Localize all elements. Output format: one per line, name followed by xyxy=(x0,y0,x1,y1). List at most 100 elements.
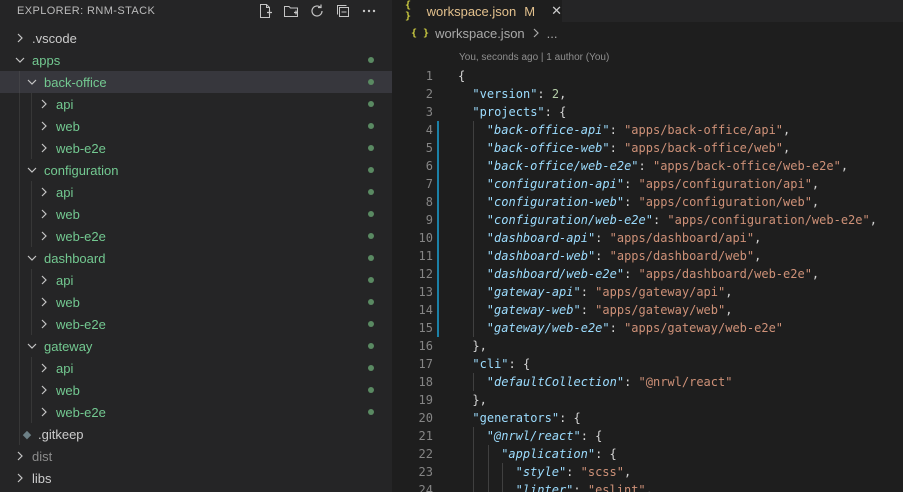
code-line[interactable]: 4 "back-office-api": "apps/back-office/ap… xyxy=(393,121,903,139)
chevron-down-icon[interactable] xyxy=(24,71,40,93)
code-line[interactable]: 8 "configuration-web": "apps/configuratio… xyxy=(393,193,903,211)
chevron-right-icon[interactable] xyxy=(12,467,28,489)
tree-folder-item[interactable]: api xyxy=(0,93,392,115)
json-file-icon: { } xyxy=(405,0,412,22)
code-line[interactable]: 16}, xyxy=(393,337,903,355)
tab-workspace-json[interactable]: { } workspace.json M ✕ xyxy=(393,0,562,22)
chevron-right-icon[interactable] xyxy=(36,93,52,115)
chevron-right-icon[interactable] xyxy=(36,225,52,247)
tree-folder-item[interactable]: configuration xyxy=(0,159,392,181)
code-line[interactable]: 2 "version": 2, xyxy=(393,85,903,103)
json-string: "apps/back-office/web-e2e" xyxy=(652,159,841,173)
code-line[interactable]: 21 "@nrwl/react": { xyxy=(393,427,903,445)
tab-title: workspace.json xyxy=(426,3,517,19)
code-line[interactable]: 7 "configuration-api": "apps/configuratio… xyxy=(393,175,903,193)
tree-folder-item[interactable]: api xyxy=(0,181,392,203)
refresh-icon[interactable] xyxy=(307,2,326,21)
code-line[interactable]: 20 "generators": { xyxy=(393,409,903,427)
modified-indicator-dot xyxy=(368,299,374,305)
git-change-marker[interactable] xyxy=(437,319,439,337)
tree-folder-item[interactable]: web-e2e xyxy=(0,137,392,159)
git-change-marker[interactable] xyxy=(437,265,439,283)
code-line[interactable]: 10 "dashboard-api": "apps/dashboard/api", xyxy=(393,229,903,247)
tree-folder-item[interactable]: api xyxy=(0,357,392,379)
new-file-icon[interactable] xyxy=(255,2,274,21)
chevron-right-icon[interactable] xyxy=(36,313,52,335)
chevron-down-icon[interactable] xyxy=(12,49,28,71)
tree-folder-item[interactable]: web-e2e xyxy=(0,313,392,335)
collapse-all-icon[interactable] xyxy=(333,2,352,21)
chevron-right-icon[interactable] xyxy=(12,27,28,49)
tree-folder-item[interactable]: web-e2e xyxy=(0,225,392,247)
chevron-right-icon[interactable] xyxy=(36,203,52,225)
code-line[interactable]: 5 "back-office-web": "apps/back-office/we… xyxy=(393,139,903,157)
code-line[interactable]: 22 "application": { xyxy=(393,445,903,463)
chevron-right-icon[interactable] xyxy=(12,445,28,467)
git-change-marker[interactable] xyxy=(437,193,439,211)
tree-folder-item[interactable]: dashboard xyxy=(0,247,392,269)
code-line[interactable]: 15 "gateway/web-e2e": "apps/gateway/web-e… xyxy=(393,319,903,337)
git-change-marker[interactable] xyxy=(437,211,439,229)
indent-guide xyxy=(31,269,32,291)
tree-folder-item[interactable]: web xyxy=(0,291,392,313)
tab-close-icon[interactable]: ✕ xyxy=(551,3,562,19)
tree-file-item[interactable]: ◆ .gitkeep xyxy=(0,423,392,445)
chevron-right-icon[interactable] xyxy=(36,357,52,379)
tree-folder-item[interactable]: dist xyxy=(0,445,392,467)
git-blame-annotation[interactable]: You, seconds ago | 1 author (You) xyxy=(459,52,609,63)
git-change-marker[interactable] xyxy=(437,175,439,193)
code-line[interactable]: 24 "linter": "eslint", xyxy=(393,481,903,492)
chevron-right-icon[interactable] xyxy=(36,269,52,291)
breadcrumb-file[interactable]: workspace.json xyxy=(435,26,525,41)
git-change-marker[interactable] xyxy=(437,229,439,247)
git-change-marker[interactable] xyxy=(437,139,439,157)
tree-folder-item[interactable]: apps xyxy=(0,49,392,71)
code-line[interactable]: 19}, xyxy=(393,391,903,409)
code-text: "cli": { xyxy=(472,357,530,371)
git-change-marker[interactable] xyxy=(437,121,439,139)
more-icon[interactable] xyxy=(359,2,378,21)
code-line[interactable]: 9 "configuration/web-e2e": "apps/configur… xyxy=(393,211,903,229)
tree-folder-item[interactable]: web xyxy=(0,379,392,401)
code-area[interactable]: 1{2 "version": 2, 3 "projects": {4 "back-off… xyxy=(393,67,903,492)
breadcrumb-symbol[interactable]: ... xyxy=(547,26,558,41)
code-line[interactable]: 1{ xyxy=(393,67,903,85)
chevron-down-icon[interactable] xyxy=(24,247,40,269)
git-change-marker[interactable] xyxy=(437,247,439,265)
tree-folder-item[interactable]: libs xyxy=(0,467,392,489)
tree-folder-item[interactable]: web xyxy=(0,115,392,137)
code-line[interactable]: 6 "back-office/web-e2e": "apps/back-offic… xyxy=(393,157,903,175)
chevron-down-icon[interactable] xyxy=(24,159,40,181)
code-line[interactable]: 14 "gateway-web": "apps/gateway/web", xyxy=(393,301,903,319)
json-punctuation: : xyxy=(624,267,639,281)
json-punctuation: , xyxy=(559,87,567,101)
chevron-down-icon[interactable] xyxy=(24,335,40,357)
code-line[interactable]: 11 "dashboard-web": "apps/dashboard/web", xyxy=(393,247,903,265)
code-line[interactable]: 18 "defaultCollection": "@nrwl/react" xyxy=(393,373,903,391)
code-line[interactable]: 13 "gateway-api": "apps/gateway/api", xyxy=(393,283,903,301)
tree-folder-item[interactable]: web xyxy=(0,203,392,225)
chevron-right-icon[interactable] xyxy=(36,181,52,203)
new-folder-icon[interactable] xyxy=(281,2,300,21)
indent-guide xyxy=(473,121,475,139)
tree-folder-item[interactable]: api xyxy=(0,269,392,291)
git-change-marker[interactable] xyxy=(437,157,439,175)
code-line[interactable]: 12 "dashboard/web-e2e": "apps/dashboard/w… xyxy=(393,265,903,283)
tree-folder-item[interactable]: .vscode xyxy=(0,27,392,49)
chevron-right-icon[interactable] xyxy=(36,401,52,423)
tree-folder-item[interactable]: back-office xyxy=(0,71,392,93)
code-line[interactable]: 3 "projects": { xyxy=(393,103,903,121)
chevron-right-icon[interactable] xyxy=(36,379,52,401)
chevron-right-icon[interactable] xyxy=(36,291,52,313)
chevron-right-icon[interactable] xyxy=(36,115,52,137)
indent-guide xyxy=(19,313,20,335)
git-change-marker[interactable] xyxy=(437,283,439,301)
code-line[interactable]: 17 "cli": { xyxy=(393,355,903,373)
indent-guide xyxy=(31,203,32,225)
tree-folder-item[interactable]: gateway xyxy=(0,335,392,357)
tree-folder-item[interactable]: web-e2e xyxy=(0,401,392,423)
git-change-marker[interactable] xyxy=(437,301,439,319)
chevron-right-icon[interactable] xyxy=(36,137,52,159)
code-line[interactable]: 23 "style": "scss", xyxy=(393,463,903,481)
json-punctuation: , xyxy=(645,483,653,492)
